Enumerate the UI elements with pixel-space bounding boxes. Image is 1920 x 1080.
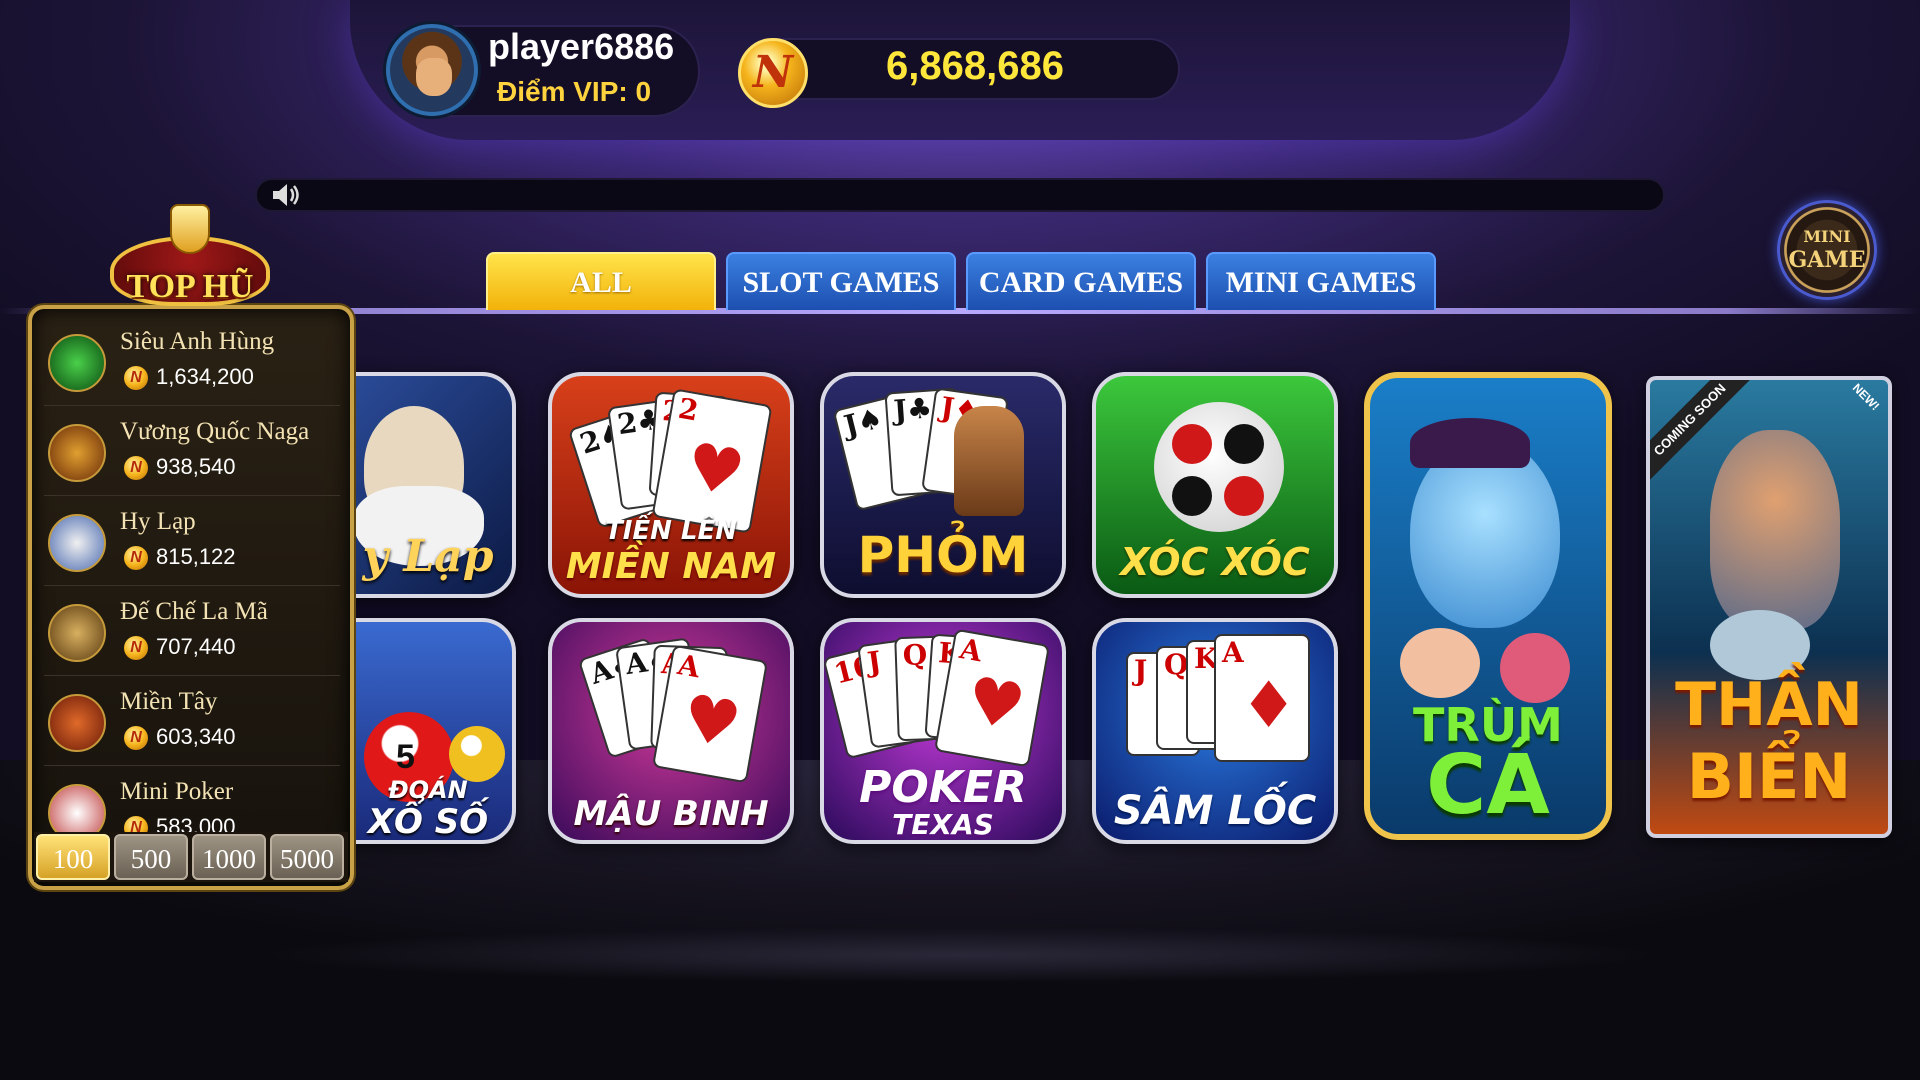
game-title-tien-len-2: MIỀN NAM	[565, 546, 777, 587]
jackpot-row[interactable]: Vương Quốc Naga N 938,540	[44, 410, 340, 496]
jackpot-row[interactable]: Mini Poker N 583,000	[44, 770, 340, 832]
black-dot	[1224, 424, 1264, 464]
bet-5000-button[interactable]: 5000	[270, 834, 344, 880]
game-tile-trum-ca[interactable]: TRÙM CÁ	[1364, 372, 1612, 840]
player-avatar[interactable]	[386, 24, 478, 116]
jackpot-crown: TOP HŨ	[100, 198, 280, 318]
card-a-heart: A ♥	[651, 644, 769, 784]
card-2-heart: 2 ♥	[651, 388, 773, 534]
card-a: A ♦	[1214, 634, 1310, 762]
jackpot-row[interactable]: Đế Chế La Mã N 707,440	[44, 590, 340, 676]
character-figure	[954, 406, 1024, 516]
game-tile-mau-binh[interactable]: A♣ A♠ A♦ A♥ MẬU BINH	[548, 618, 794, 844]
jackpot-game-name: Mini Poker	[120, 778, 234, 805]
coin-icon: N	[124, 366, 148, 390]
game-title-tien-len-1: TIẾN LÊN	[604, 516, 738, 546]
game-title-trum-ca-2: CÁ	[1426, 738, 1550, 833]
trophy-icon	[170, 204, 210, 254]
coin-icon: N	[124, 546, 148, 570]
game-title-sam-loc: SÂM LỐC	[1113, 788, 1317, 834]
bet-1000-button[interactable]: 1000	[192, 834, 266, 880]
coin-icon: N	[124, 456, 148, 480]
game-title-mau-binh: MẬU BINH	[573, 794, 769, 834]
jackpot-value: 707,440	[156, 634, 236, 659]
jackpot-row[interactable]: Siêu Anh Hùng N 1,634,200	[44, 320, 340, 406]
tab-mini-games[interactable]: MINI GAMES	[1206, 252, 1436, 310]
game-title-texas: TEXAS	[892, 808, 994, 841]
tab-all[interactable]: ALL	[486, 252, 716, 310]
lottery-ball-small	[449, 726, 505, 782]
mini-game-label-1: MINI	[1803, 227, 1851, 246]
game-tile-hy-lap[interactable]: y Lạp	[340, 372, 516, 598]
tab-card-games[interactable]: CARD GAMES	[966, 252, 1196, 310]
jackpot-value: 583,000	[156, 814, 236, 832]
jackpot-value: 938,540	[156, 454, 236, 479]
de-che-la-ma-icon	[48, 604, 106, 662]
octopus-character	[1500, 633, 1570, 703]
game-tile-than-bien[interactable]: COMING SOON NEW! THẦN BIỂN	[1646, 376, 1892, 838]
sea-god-figure	[1710, 430, 1840, 630]
coin-icon: N	[124, 726, 148, 750]
game-tile-xoc-xoc[interactable]: XÓC XÓC	[1092, 372, 1338, 598]
jackpot-value: 1,634,200	[156, 364, 254, 389]
jackpot-title: TOP HŨ	[126, 268, 254, 305]
player-username: player6886	[488, 26, 675, 67]
dice-plate	[1154, 402, 1284, 532]
game-tile-poker-texas[interactable]: 10 J Q K A♥ POKER TEXAS	[820, 618, 1066, 844]
vip-points: Điểm VIP: 0	[497, 76, 652, 107]
fish-character	[1400, 628, 1480, 698]
mini-game-label-2: GAME	[1788, 247, 1866, 273]
red-dot	[1224, 476, 1264, 516]
balance-amount: 6,868,686	[886, 44, 1064, 88]
game-title-than-bien-2: BIỂN	[1686, 740, 1852, 813]
announcement-bar	[255, 178, 1665, 212]
game-tile-phom[interactable]: J♠ J♣ J♦ PHỎM	[820, 372, 1066, 598]
game-title-than-bien-1: THẦN	[1675, 670, 1863, 740]
jackpot-game-name: Đế Chế La Mã	[120, 598, 268, 625]
hy-lap-icon	[48, 514, 106, 572]
new-badge: NEW!	[1849, 380, 1883, 414]
sieu-anh-hung-icon	[48, 334, 106, 392]
coin-icon: N	[124, 816, 148, 832]
mini-game-button[interactable]: MINI GAME	[1777, 200, 1877, 300]
game-title-poker: POKER	[859, 762, 1027, 813]
jackpot-value: 603,340	[156, 724, 236, 749]
red-dot	[1172, 424, 1212, 464]
pirate-hat	[1410, 418, 1530, 468]
naga-icon	[48, 424, 106, 482]
game-tile-tien-len[interactable]: 2♠ 2♣ 2♦ 2♥ TIẾN LÊN MIỀN NAM	[548, 372, 794, 598]
game-title-doan-xo-so-2: XỔ SỐ	[367, 802, 489, 842]
mien-tay-icon	[48, 694, 106, 752]
jackpot-game-name: Siêu Anh Hùng	[120, 328, 275, 355]
game-tile-sam-loc[interactable]: J Q K A ♦ SÂM LỐC	[1092, 618, 1338, 844]
game-title-hy-lap: y Lạp	[362, 531, 494, 582]
game-title-xoc-xoc: XÓC XÓC	[1120, 540, 1310, 584]
card-a: A ♥	[933, 628, 1051, 768]
jackpot-game-name: Hy Lạp	[120, 508, 196, 535]
game-tile-doan-xo-so[interactable]: 5 ĐOÁN XỔ SỐ	[340, 618, 516, 844]
jackpot-value: 815,122	[156, 544, 236, 569]
coin-icon: N	[738, 38, 808, 108]
jackpot-game-name: Miền Tây	[120, 688, 218, 715]
game-title-phom: PHỎM	[857, 526, 1029, 584]
game-title-doan-xo-so-1: ĐOÁN	[388, 776, 468, 804]
coin-icon: N	[124, 636, 148, 660]
black-dot	[1172, 476, 1212, 516]
bet-500-button[interactable]: 500	[114, 834, 188, 880]
jackpot-row[interactable]: Miền Tây N 603,340	[44, 680, 340, 766]
jackpot-game-name: Vương Quốc Naga	[120, 418, 310, 445]
jackpot-row[interactable]: Hy Lạp N 815,122	[44, 500, 340, 586]
mini-poker-icon	[48, 784, 106, 832]
bet-100-button[interactable]: 100	[36, 834, 110, 880]
tab-slot-games[interactable]: SLOT GAMES	[726, 252, 956, 310]
